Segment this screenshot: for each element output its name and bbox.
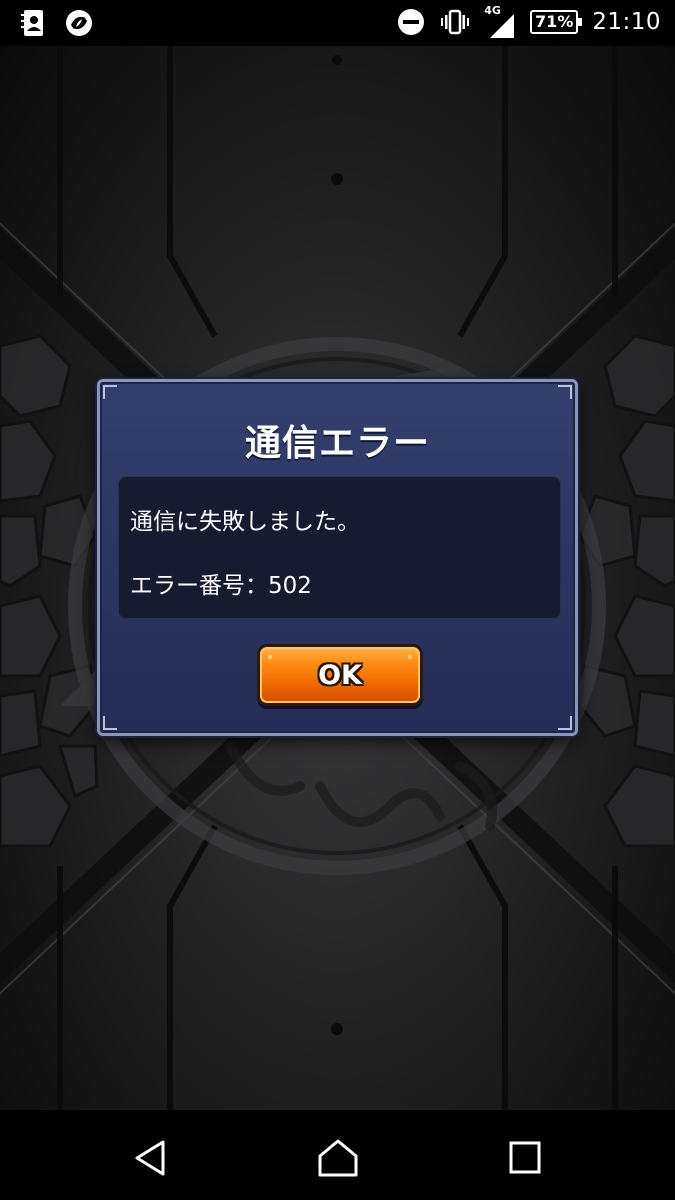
signal-icon xyxy=(490,14,515,38)
dialog-title: 通信エラー xyxy=(244,423,430,464)
back-icon[interactable] xyxy=(129,1138,173,1178)
swirl-app-icon xyxy=(66,10,92,36)
corner-ornament xyxy=(103,385,117,399)
vibrate-icon xyxy=(441,9,470,35)
message-box: 通信に失敗しました。 エラー番号：502 xyxy=(118,476,561,619)
recent-apps-icon[interactable] xyxy=(503,1138,547,1178)
home-icon[interactable] xyxy=(316,1138,360,1178)
error-dialog: 通信エラー 通信に失敗しました。 エラー番号：502 OK xyxy=(97,379,578,736)
signal-indicator: 4G xyxy=(484,4,516,38)
navigation-bar xyxy=(0,1110,675,1200)
corner-ornament xyxy=(558,716,572,730)
clock: 21:10 xyxy=(592,9,661,35)
corner-ornament xyxy=(103,716,117,730)
ok-button[interactable]: OK xyxy=(257,644,423,706)
contact-card-icon xyxy=(21,10,43,36)
error-code: エラー番号：502 xyxy=(130,573,312,599)
corner-ornament xyxy=(558,385,572,399)
status-bar: 4G 71% 21:10 xyxy=(0,0,675,46)
do-not-disturb-icon xyxy=(398,9,425,35)
ok-button-label: OK xyxy=(318,660,362,691)
error-message: 通信に失敗しました。 xyxy=(130,509,360,535)
battery-icon: 71% xyxy=(530,10,583,34)
